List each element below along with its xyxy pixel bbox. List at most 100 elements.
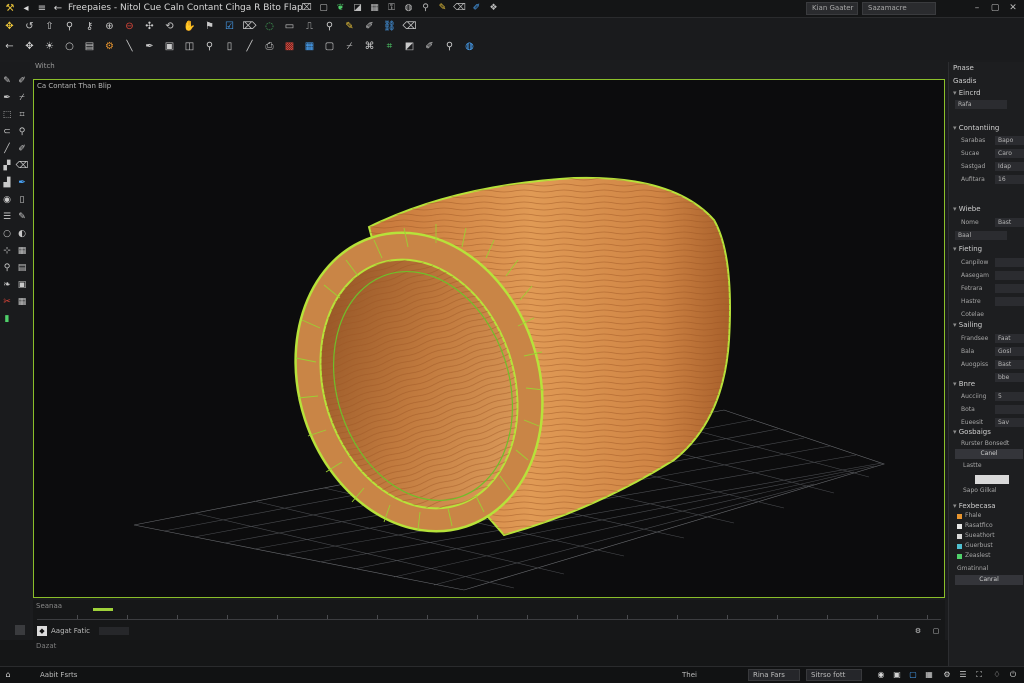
property-value[interactable]: Caro [995,149,1024,158]
section-header[interactable]: Gosbaigs [953,428,991,436]
panel-button-2[interactable]: Canral [955,575,1023,585]
eye-icon[interactable]: ◉ [0,193,14,207]
dropdown-field[interactable]: Rafa [955,100,1007,109]
workspace-selector-b[interactable]: Sazamacre [862,2,936,15]
zoom-minus-icon[interactable]: ⊖ [122,19,137,34]
bucket-icon[interactable]: ▟ [0,176,14,190]
gear-icon[interactable]: ⚙ [102,39,117,54]
property-value[interactable]: Idap [995,162,1024,171]
property-value[interactable] [995,258,1024,267]
status-field-a[interactable]: Rina Fars [748,669,800,681]
globe-icon[interactable]: ◍ [402,2,415,15]
layer-toggle-icon[interactable] [15,625,25,635]
cube-icon[interactable]: ◪ [351,2,364,15]
section-header[interactable]: Fieting [953,245,982,253]
monitor-icon[interactable]: ▢ [908,670,918,680]
brush-icon[interactable]: ✐ [362,19,377,34]
light-icon[interactable]: ☀ [42,39,57,54]
circle-icon[interactable]: ○ [0,227,14,241]
pin-icon[interactable]: ⚲ [0,261,14,275]
section-header[interactable]: Sailing [953,321,982,329]
pan-icon[interactable]: ✋ [182,19,197,34]
texture-name[interactable]: Fhale [965,512,981,519]
stack-icon[interactable]: ▣ [162,39,177,54]
rotate-icon[interactable]: ⟲ [162,19,177,34]
expand-icon[interactable]: ▢ [931,626,941,636]
layers-icon[interactable]: ❖ [487,2,500,15]
page-icon[interactable]: ▯ [15,193,29,207]
record-icon[interactable]: ◉ [876,670,886,680]
bell-icon[interactable]: ♢ [992,670,1002,680]
color-field[interactable] [975,475,1009,484]
texture-name[interactable]: Guerbust [965,542,993,549]
section-header[interactable]: Bnre [953,380,975,388]
magnify-icon[interactable]: ⚲ [419,2,432,15]
scale-icon[interactable]: ▩ [282,39,297,54]
menu-icon[interactable]: ≡ [36,3,48,15]
arrow-left-icon[interactable]: ← [52,3,64,15]
property-value[interactable]: 16 [995,175,1024,184]
eraser-icon[interactable]: ⌫ [402,19,417,34]
playhead-marker[interactable] [93,608,113,611]
texture-name[interactable]: Rasatfico [965,522,993,529]
section-header[interactable]: Contantiing [953,124,1000,132]
node-icon[interactable]: ⌘ [362,39,377,54]
viewport-canvas[interactable] [34,80,944,597]
pencil-icon[interactable]: ✎ [436,2,449,15]
line-icon[interactable]: ╱ [242,39,257,54]
settings-icon[interactable]: ⚙ [942,670,952,680]
check-icon[interactable]: ▮ [0,312,14,326]
texture-name[interactable]: Sueathort [965,532,995,539]
zoom-icon[interactable]: ⊕ [102,19,117,34]
property-value[interactable] [995,405,1024,414]
square-icon[interactable]: ▢ [317,2,330,15]
trash-icon[interactable]: ⌦ [242,19,257,34]
paint-icon[interactable]: ▞ [0,159,14,173]
leaf-icon[interactable]: ❧ [0,278,14,292]
settings-icon[interactable]: ⚙ [913,626,923,636]
globe-icon[interactable]: ◍ [462,39,477,54]
crosshair-icon[interactable]: ⊹ [0,244,14,258]
property-value[interactable]: Faat [995,334,1024,343]
grid-icon[interactable]: ▦ [15,244,29,258]
maximize-icon[interactable]: ▢ [988,2,1002,15]
face-icon[interactable]: ◐ [15,227,29,241]
pointer-icon[interactable]: ✥ [2,19,17,34]
property-value[interactable]: Gosl [995,347,1024,356]
track-value-field[interactable] [99,627,129,635]
plant-icon[interactable]: ❦ [334,2,347,15]
eraser-icon[interactable]: ⌫ [453,2,466,15]
pencil-icon[interactable]: ✎ [0,74,14,88]
layers-icon[interactable]: ☰ [958,670,968,680]
crop-icon[interactable]: ⌗ [15,108,29,122]
power-icon[interactable]: ⏻ [1008,670,1018,680]
eraser-icon[interactable]: ⌫ [15,159,29,173]
flag-icon[interactable]: ⚑ [202,19,217,34]
grid-icon-3[interactable]: ▦ [15,295,29,309]
back-icon[interactable]: ← [2,39,17,54]
section-header[interactable]: Eincrd [953,89,981,97]
grid-icon[interactable]: ▦ [368,2,381,15]
stack-icon[interactable]: ▣ [15,278,29,292]
property-value[interactable]: Sav [995,418,1024,427]
checkbox-icon[interactable]: ☑ [222,19,237,34]
link-icon[interactable]: ⛓ [382,19,397,34]
move-icon[interactable]: ✣ [142,19,157,34]
pipe-icon[interactable]: ⎍ [302,19,317,34]
search-icon-2[interactable]: ⚲ [442,39,457,54]
pen-icon[interactable]: ✒ [142,39,157,54]
key-icon[interactable]: ⚿ [385,2,398,15]
key-icon[interactable]: ⚷ [82,19,97,34]
property-value[interactable] [995,297,1024,306]
property-value[interactable]: 5 [995,392,1024,401]
brush-icon-2[interactable]: ✐ [15,142,29,156]
magnify-icon[interactable]: ⚲ [62,19,77,34]
layers-icon[interactable]: ☰ [0,210,14,224]
minimize-icon[interactable]: – [970,2,984,15]
texture-name[interactable]: Zeaslest [965,552,990,559]
property-value[interactable]: Bast [995,218,1024,227]
property-value[interactable] [995,284,1024,293]
marker-icon[interactable]: ✎ [342,19,357,34]
move-icon[interactable]: ✥ [22,39,37,54]
section-header[interactable]: Wiebe [953,205,981,213]
